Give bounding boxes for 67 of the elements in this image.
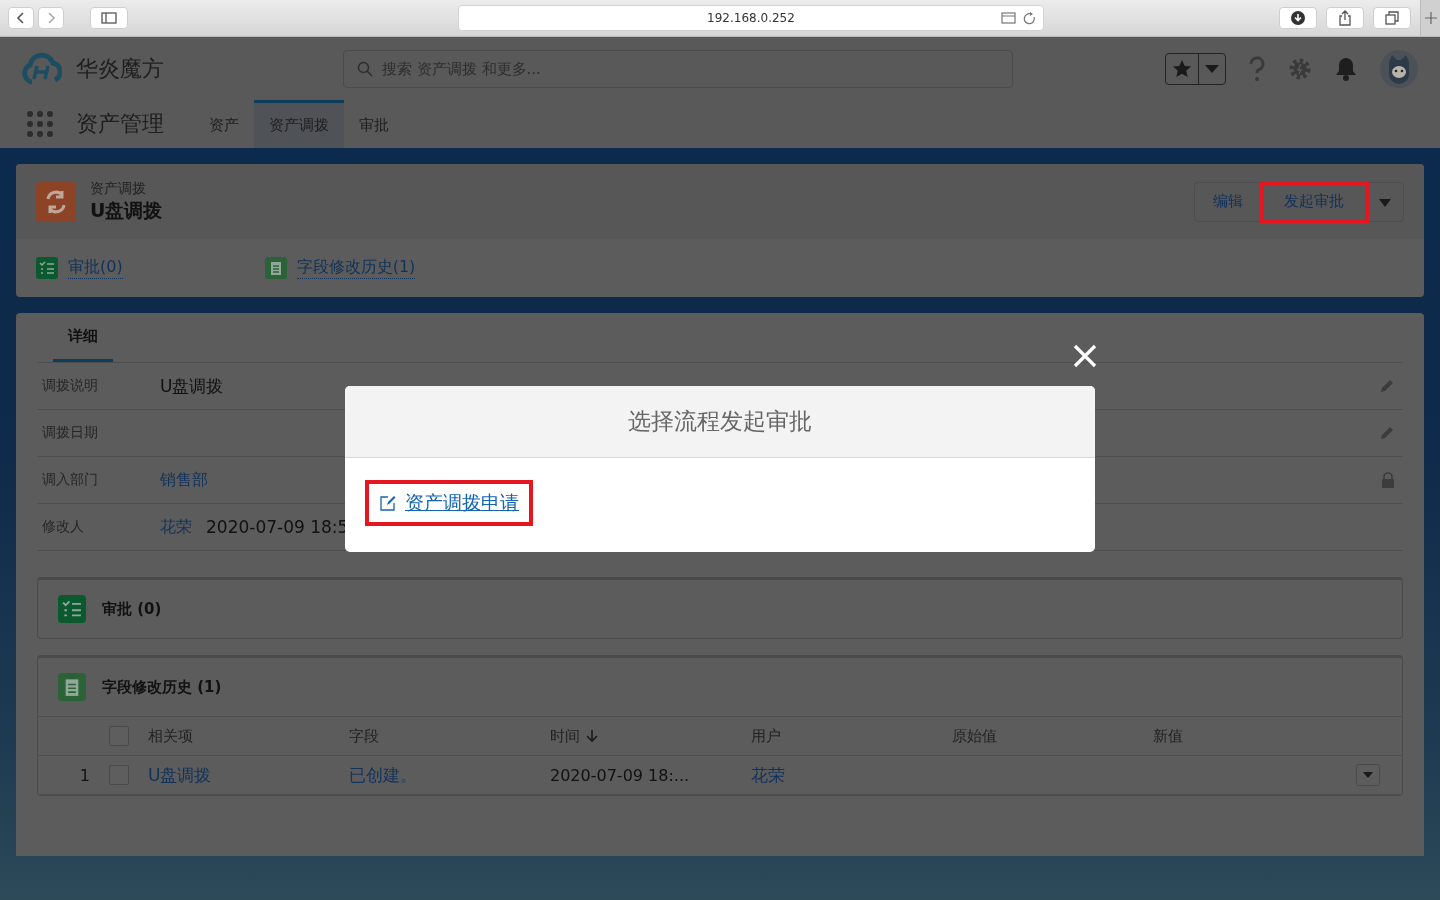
table-cell-link[interactable]: U盘调拨 <box>148 763 212 787</box>
reader-reload-icon <box>1001 11 1037 25</box>
pencil-icon[interactable] <box>1379 425 1395 441</box>
edit-icon <box>379 494 397 512</box>
related-list-title: 审批 (0) <box>102 599 162 619</box>
lock-icon <box>1381 472 1395 488</box>
address-bar[interactable]: 192.168.0.252 <box>458 5 1044 31</box>
tabs-icon <box>1385 11 1399 25</box>
app-title: 资产管理 <box>76 110 164 138</box>
table-cell: 2020-07-09 18:... <box>550 765 690 785</box>
star-icon <box>1172 58 1192 79</box>
column-header[interactable]: 用户 <box>751 726 781 746</box>
table-cell-link[interactable]: 已创建。 <box>349 763 417 787</box>
favorites-button[interactable] <box>1165 52 1226 85</box>
download-button[interactable] <box>1279 7 1317 29</box>
caret-icon <box>1363 772 1373 778</box>
share-button[interactable] <box>1326 7 1364 29</box>
bell-icon[interactable] <box>1334 55 1358 82</box>
field-value: U盘调拨 <box>160 374 224 398</box>
settings-icon[interactable] <box>1288 56 1312 81</box>
new-tab-button[interactable] <box>1420 0 1440 36</box>
back-button[interactable] <box>8 7 34 29</box>
app-name: 华炎魔方 <box>76 54 164 83</box>
action-button[interactable]: 发起审批 <box>1262 182 1367 221</box>
pencil-icon[interactable] <box>1379 378 1395 394</box>
avatar-icon[interactable] <box>1380 49 1418 88</box>
forward-icon <box>46 12 56 24</box>
clipboard-icon <box>58 673 86 701</box>
related-link[interactable]: 审批(0) <box>68 257 123 279</box>
column-header[interactable]: 字段 <box>349 726 379 746</box>
transfer-icon <box>36 181 76 222</box>
detail-tab[interactable]: 详细 <box>53 313 113 362</box>
tabs-button[interactable] <box>1373 7 1411 29</box>
row-menu-button[interactable] <box>1356 764 1380 786</box>
back-icon <box>16 12 26 24</box>
checklist-icon <box>36 257 58 279</box>
record-title: U盘调拨 <box>90 197 163 223</box>
caret-icon <box>1379 198 1391 207</box>
plus-icon <box>1424 12 1437 24</box>
cloud-logo-icon <box>22 51 62 86</box>
app-launcher-icon[interactable] <box>26 110 54 138</box>
row-number: 1 <box>79 765 90 785</box>
related-list-title: 字段修改历史 (1) <box>102 677 222 697</box>
close-icon[interactable] <box>1073 344 1097 368</box>
forward-button[interactable] <box>38 7 64 29</box>
help-icon[interactable] <box>1248 55 1266 82</box>
field-link[interactable]: 花荣 <box>160 516 192 538</box>
download-icon <box>1291 11 1305 25</box>
nav-tab[interactable]: 审批 <box>344 100 404 148</box>
related-link[interactable]: 字段修改历史(1) <box>296 257 416 279</box>
table-cell-link[interactable]: 花荣 <box>751 763 785 787</box>
search-icon <box>357 60 373 77</box>
share-icon <box>1338 10 1352 26</box>
caret-icon <box>1205 64 1219 73</box>
arrow-down-icon <box>586 729 598 743</box>
column-header[interactable]: 相关项 <box>148 726 193 746</box>
sidebar-button[interactable] <box>90 7 128 29</box>
nav-tab[interactable]: 资产调拨 <box>254 100 344 148</box>
column-header[interactable]: 时间 <box>550 726 598 746</box>
checklist-icon <box>58 595 86 623</box>
nav-tab[interactable]: 资产 <box>194 100 254 148</box>
field-link[interactable]: 销售部 <box>160 469 208 491</box>
clipboard-icon <box>264 257 287 279</box>
modal-title: 选择流程发起审批 <box>628 407 812 436</box>
action-button[interactable]: 编辑 <box>1195 182 1262 221</box>
sidebar-icon <box>101 12 117 24</box>
column-header[interactable]: 原始值 <box>952 726 997 746</box>
